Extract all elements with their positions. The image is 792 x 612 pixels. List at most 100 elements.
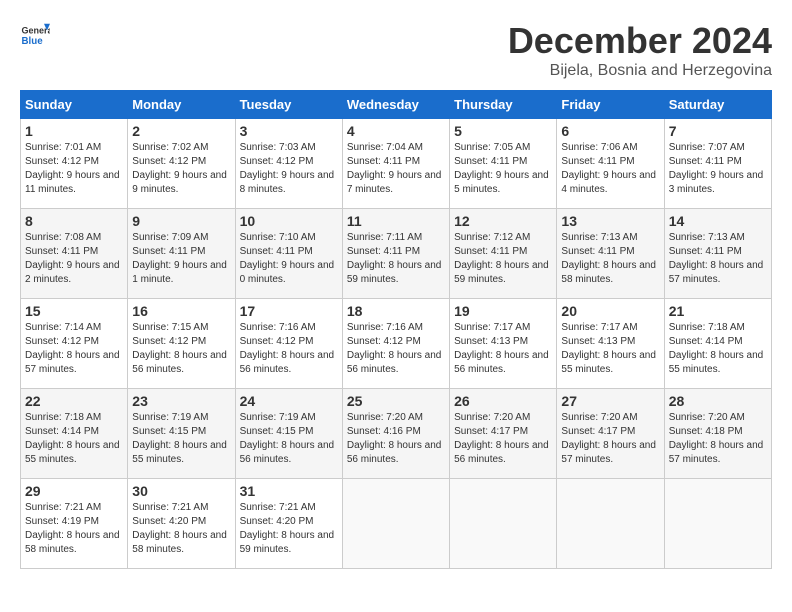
day-number: 8 xyxy=(25,213,123,229)
day-number: 29 xyxy=(25,483,123,499)
day-detail: Sunrise: 7:14 AMSunset: 4:12 PMDaylight:… xyxy=(25,322,120,375)
day-number: 26 xyxy=(454,393,552,409)
day-detail: Sunrise: 7:10 AMSunset: 4:11 PMDaylight:… xyxy=(240,232,335,285)
day-detail: Sunrise: 7:04 AMSunset: 4:11 PMDaylight:… xyxy=(347,142,442,195)
day-detail: Sunrise: 7:11 AMSunset: 4:11 PMDaylight:… xyxy=(347,232,442,285)
day-number: 19 xyxy=(454,303,552,319)
day-detail: Sunrise: 7:09 AMSunset: 4:11 PMDaylight:… xyxy=(132,232,227,285)
day-detail: Sunrise: 7:21 AMSunset: 4:20 PMDaylight:… xyxy=(132,502,227,555)
title-section: December 2024 Bijela, Bosnia and Herzego… xyxy=(508,20,772,80)
calendar-cell: 26 Sunrise: 7:20 AMSunset: 4:17 PMDaylig… xyxy=(450,389,557,479)
calendar-cell xyxy=(557,479,664,569)
calendar-cell: 31 Sunrise: 7:21 AMSunset: 4:20 PMDaylig… xyxy=(235,479,342,569)
day-detail: Sunrise: 7:02 AMSunset: 4:12 PMDaylight:… xyxy=(132,142,227,195)
day-detail: Sunrise: 7:16 AMSunset: 4:12 PMDaylight:… xyxy=(240,322,335,375)
weekday-header-thursday: Thursday xyxy=(450,91,557,119)
calendar-cell: 3 Sunrise: 7:03 AMSunset: 4:12 PMDayligh… xyxy=(235,119,342,209)
day-number: 17 xyxy=(240,303,338,319)
day-detail: Sunrise: 7:12 AMSunset: 4:11 PMDaylight:… xyxy=(454,232,549,285)
day-detail: Sunrise: 7:19 AMSunset: 4:15 PMDaylight:… xyxy=(240,412,335,465)
calendar-cell: 29 Sunrise: 7:21 AMSunset: 4:19 PMDaylig… xyxy=(21,479,128,569)
day-number: 27 xyxy=(561,393,659,409)
day-detail: Sunrise: 7:03 AMSunset: 4:12 PMDaylight:… xyxy=(240,142,335,195)
calendar-cell: 21 Sunrise: 7:18 AMSunset: 4:14 PMDaylig… xyxy=(664,299,771,389)
calendar-table: SundayMondayTuesdayWednesdayThursdayFrid… xyxy=(20,90,772,569)
calendar-cell: 20 Sunrise: 7:17 AMSunset: 4:13 PMDaylig… xyxy=(557,299,664,389)
calendar-cell: 15 Sunrise: 7:14 AMSunset: 4:12 PMDaylig… xyxy=(21,299,128,389)
day-detail: Sunrise: 7:15 AMSunset: 4:12 PMDaylight:… xyxy=(132,322,227,375)
day-detail: Sunrise: 7:16 AMSunset: 4:12 PMDaylight:… xyxy=(347,322,442,375)
day-number: 14 xyxy=(669,213,767,229)
day-number: 28 xyxy=(669,393,767,409)
day-number: 5 xyxy=(454,123,552,139)
day-detail: Sunrise: 7:05 AMSunset: 4:11 PMDaylight:… xyxy=(454,142,549,195)
day-number: 15 xyxy=(25,303,123,319)
day-number: 23 xyxy=(132,393,230,409)
calendar-week-row: 15 Sunrise: 7:14 AMSunset: 4:12 PMDaylig… xyxy=(21,299,772,389)
day-number: 22 xyxy=(25,393,123,409)
day-detail: Sunrise: 7:21 AMSunset: 4:20 PMDaylight:… xyxy=(240,502,335,555)
day-detail: Sunrise: 7:18 AMSunset: 4:14 PMDaylight:… xyxy=(25,412,120,465)
day-detail: Sunrise: 7:20 AMSunset: 4:17 PMDaylight:… xyxy=(561,412,656,465)
day-detail: Sunrise: 7:13 AMSunset: 4:11 PMDaylight:… xyxy=(669,232,764,285)
logo: General Blue xyxy=(20,20,50,50)
logo-icon: General Blue xyxy=(20,20,50,50)
day-number: 2 xyxy=(132,123,230,139)
location-title: Bijela, Bosnia and Herzegovina xyxy=(508,62,772,80)
calendar-week-row: 29 Sunrise: 7:21 AMSunset: 4:19 PMDaylig… xyxy=(21,479,772,569)
weekday-header-friday: Friday xyxy=(557,91,664,119)
day-number: 1 xyxy=(25,123,123,139)
weekday-header-wednesday: Wednesday xyxy=(342,91,449,119)
day-number: 10 xyxy=(240,213,338,229)
calendar-week-row: 1 Sunrise: 7:01 AMSunset: 4:12 PMDayligh… xyxy=(21,119,772,209)
day-number: 20 xyxy=(561,303,659,319)
calendar-cell: 11 Sunrise: 7:11 AMSunset: 4:11 PMDaylig… xyxy=(342,209,449,299)
day-detail: Sunrise: 7:20 AMSunset: 4:18 PMDaylight:… xyxy=(669,412,764,465)
day-number: 11 xyxy=(347,213,445,229)
calendar-cell: 10 Sunrise: 7:10 AMSunset: 4:11 PMDaylig… xyxy=(235,209,342,299)
day-number: 7 xyxy=(669,123,767,139)
day-detail: Sunrise: 7:18 AMSunset: 4:14 PMDaylight:… xyxy=(669,322,764,375)
svg-text:Blue: Blue xyxy=(22,36,44,47)
calendar-cell: 12 Sunrise: 7:12 AMSunset: 4:11 PMDaylig… xyxy=(450,209,557,299)
header: General Blue December 2024 Bijela, Bosni… xyxy=(20,20,772,80)
calendar-cell: 16 Sunrise: 7:15 AMSunset: 4:12 PMDaylig… xyxy=(128,299,235,389)
day-detail: Sunrise: 7:21 AMSunset: 4:19 PMDaylight:… xyxy=(25,502,120,555)
day-number: 9 xyxy=(132,213,230,229)
calendar-cell: 6 Sunrise: 7:06 AMSunset: 4:11 PMDayligh… xyxy=(557,119,664,209)
calendar-cell: 8 Sunrise: 7:08 AMSunset: 4:11 PMDayligh… xyxy=(21,209,128,299)
day-detail: Sunrise: 7:20 AMSunset: 4:17 PMDaylight:… xyxy=(454,412,549,465)
day-number: 25 xyxy=(347,393,445,409)
calendar-cell xyxy=(450,479,557,569)
weekday-header-tuesday: Tuesday xyxy=(235,91,342,119)
calendar-cell: 13 Sunrise: 7:13 AMSunset: 4:11 PMDaylig… xyxy=(557,209,664,299)
calendar-cell: 22 Sunrise: 7:18 AMSunset: 4:14 PMDaylig… xyxy=(21,389,128,479)
calendar-week-row: 8 Sunrise: 7:08 AMSunset: 4:11 PMDayligh… xyxy=(21,209,772,299)
day-number: 18 xyxy=(347,303,445,319)
weekday-header-monday: Monday xyxy=(128,91,235,119)
day-detail: Sunrise: 7:17 AMSunset: 4:13 PMDaylight:… xyxy=(561,322,656,375)
day-detail: Sunrise: 7:07 AMSunset: 4:11 PMDaylight:… xyxy=(669,142,764,195)
day-detail: Sunrise: 7:20 AMSunset: 4:16 PMDaylight:… xyxy=(347,412,442,465)
weekday-header-row: SundayMondayTuesdayWednesdayThursdayFrid… xyxy=(21,91,772,119)
day-number: 12 xyxy=(454,213,552,229)
calendar-cell: 17 Sunrise: 7:16 AMSunset: 4:12 PMDaylig… xyxy=(235,299,342,389)
calendar-cell: 5 Sunrise: 7:05 AMSunset: 4:11 PMDayligh… xyxy=(450,119,557,209)
calendar-cell: 23 Sunrise: 7:19 AMSunset: 4:15 PMDaylig… xyxy=(128,389,235,479)
calendar-cell: 9 Sunrise: 7:09 AMSunset: 4:11 PMDayligh… xyxy=(128,209,235,299)
calendar-cell: 2 Sunrise: 7:02 AMSunset: 4:12 PMDayligh… xyxy=(128,119,235,209)
day-detail: Sunrise: 7:19 AMSunset: 4:15 PMDaylight:… xyxy=(132,412,227,465)
calendar-cell: 19 Sunrise: 7:17 AMSunset: 4:13 PMDaylig… xyxy=(450,299,557,389)
day-number: 3 xyxy=(240,123,338,139)
day-detail: Sunrise: 7:08 AMSunset: 4:11 PMDaylight:… xyxy=(25,232,120,285)
day-number: 24 xyxy=(240,393,338,409)
day-number: 6 xyxy=(561,123,659,139)
calendar-cell: 18 Sunrise: 7:16 AMSunset: 4:12 PMDaylig… xyxy=(342,299,449,389)
day-number: 4 xyxy=(347,123,445,139)
calendar-cell: 4 Sunrise: 7:04 AMSunset: 4:11 PMDayligh… xyxy=(342,119,449,209)
calendar-cell: 25 Sunrise: 7:20 AMSunset: 4:16 PMDaylig… xyxy=(342,389,449,479)
weekday-header-sunday: Sunday xyxy=(21,91,128,119)
calendar-cell: 1 Sunrise: 7:01 AMSunset: 4:12 PMDayligh… xyxy=(21,119,128,209)
calendar-cell: 14 Sunrise: 7:13 AMSunset: 4:11 PMDaylig… xyxy=(664,209,771,299)
day-number: 31 xyxy=(240,483,338,499)
